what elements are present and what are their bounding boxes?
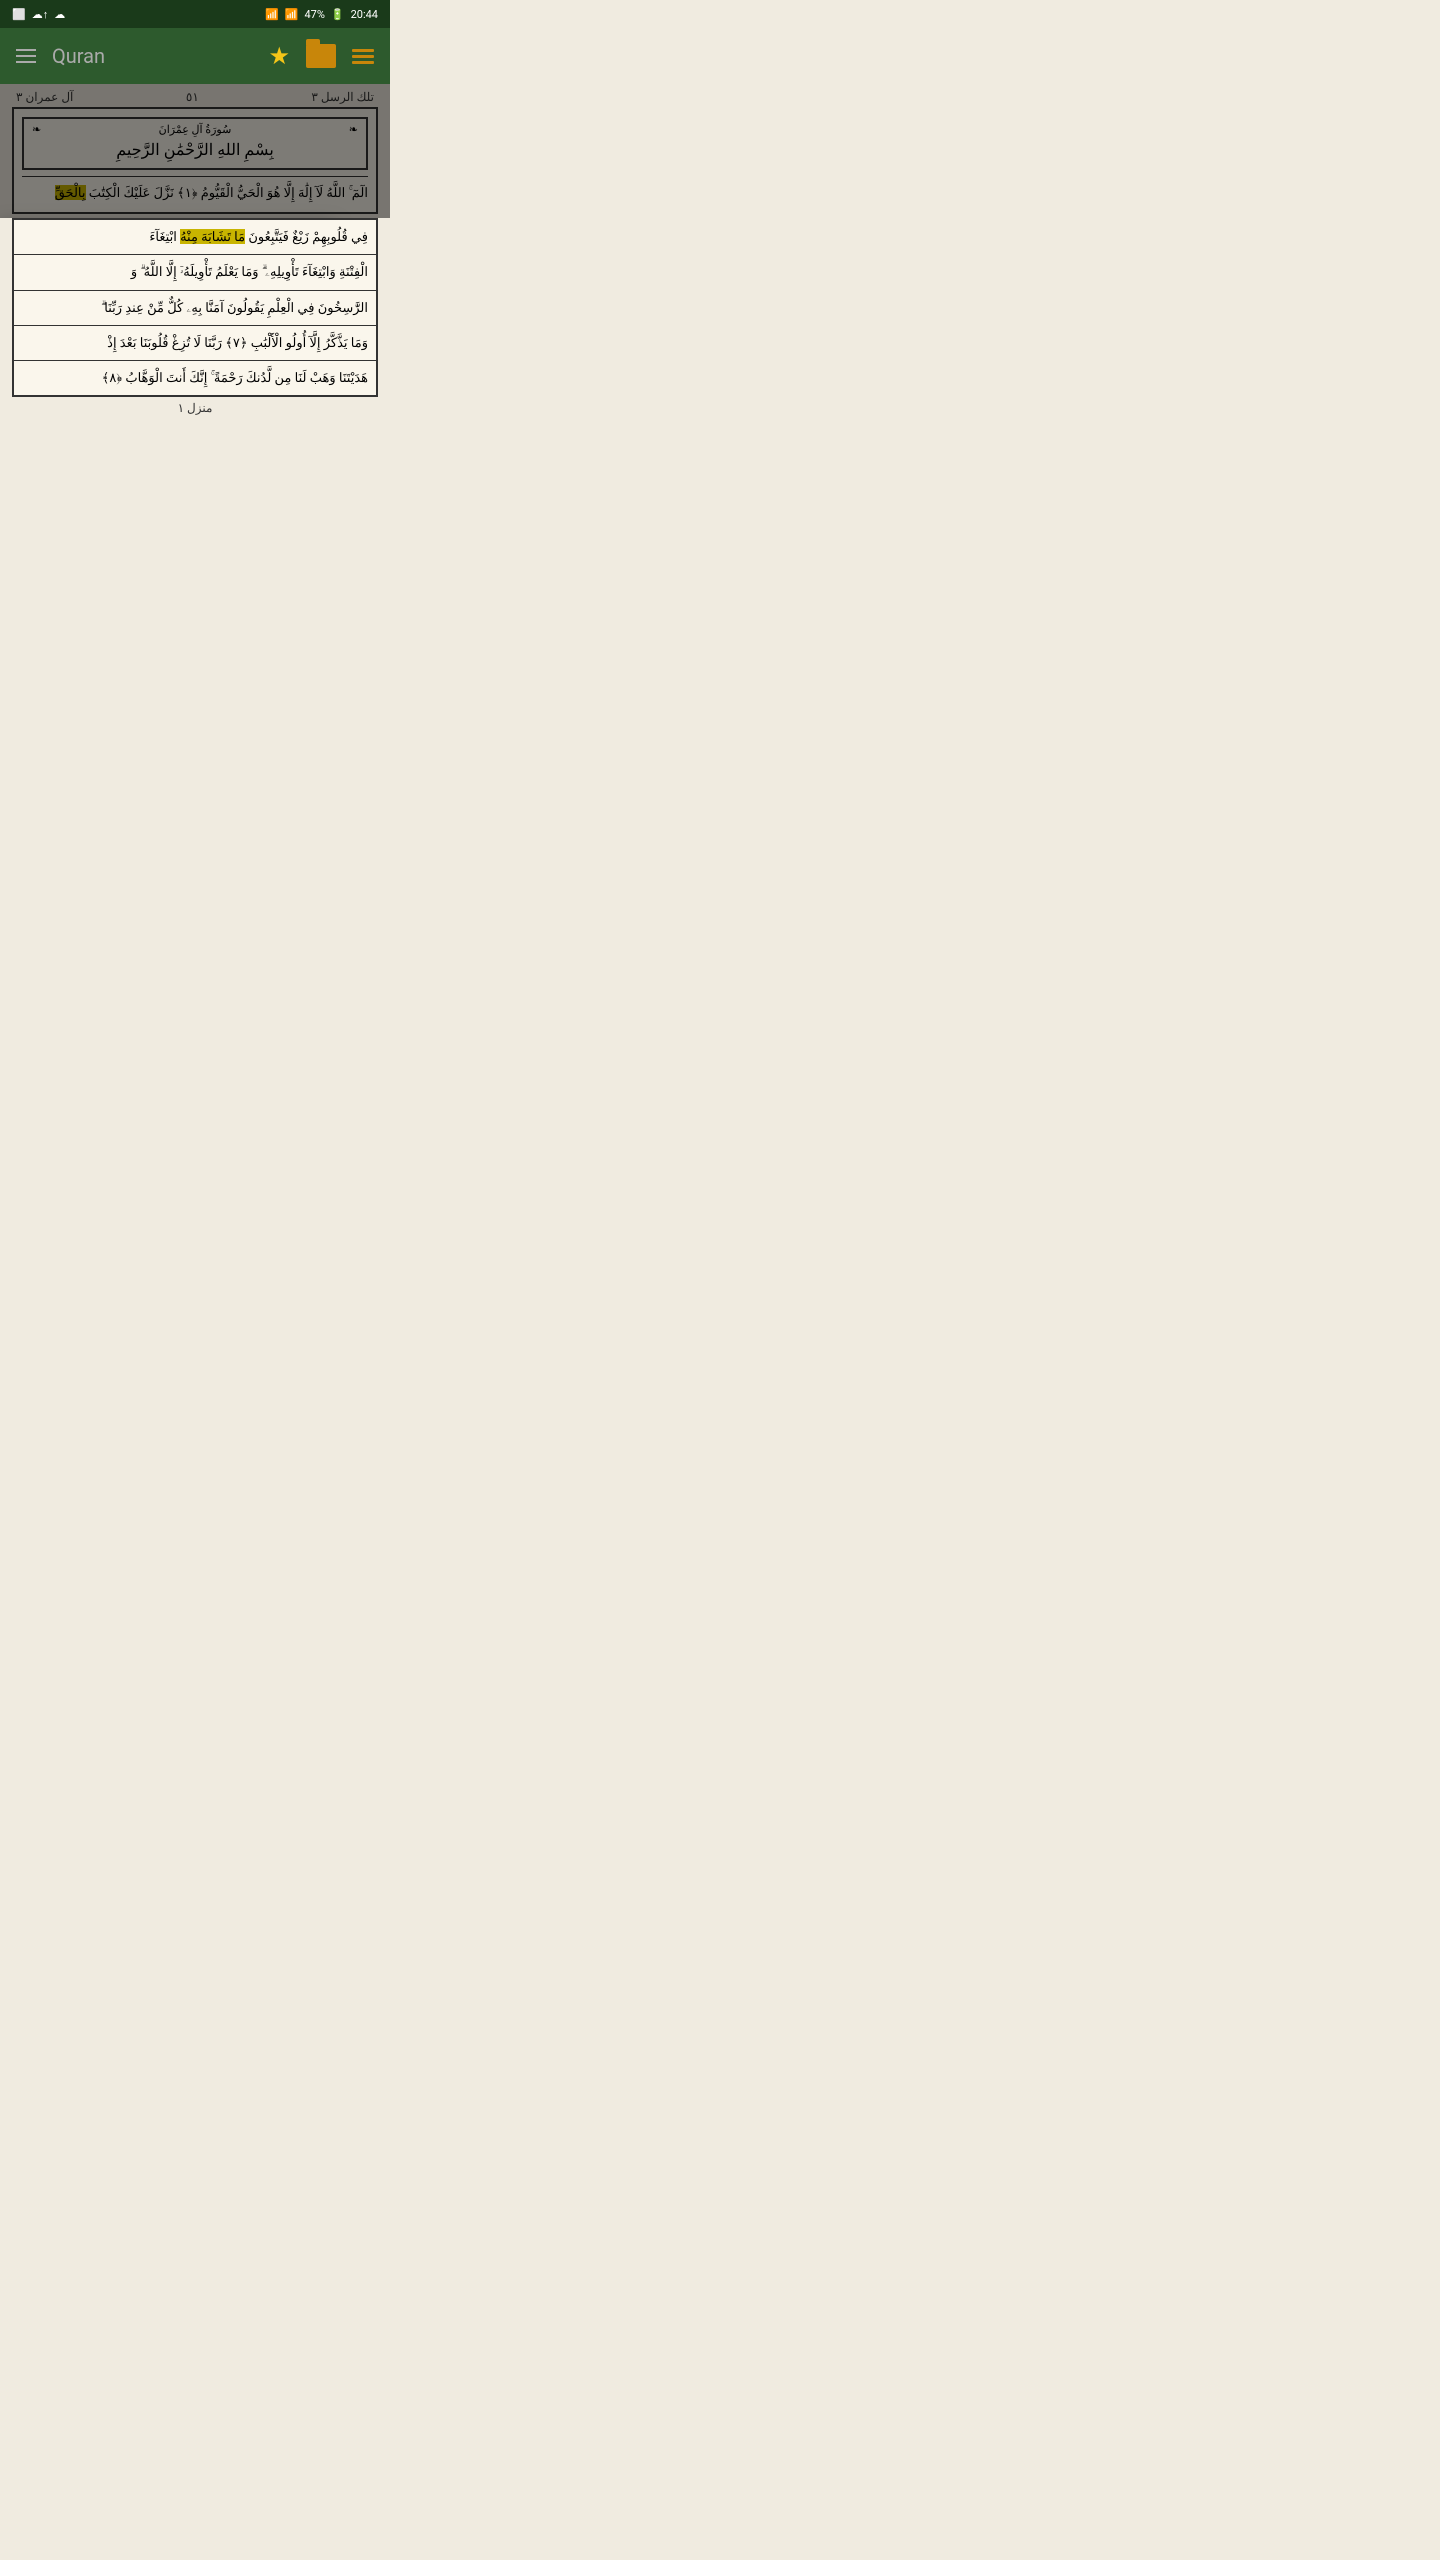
lower-row-3: الرَّٰسِخُونَ فِي الْعِلْمِ يَقُولُونَ آ… [14,291,376,326]
status-right-info: 📶 📶 47% 🔋 20:44 [265,8,378,21]
lower-row-5: هَدَيْتَنَا وَهَبْ لَنَا مِن لَّدُنكَ رَ… [14,361,376,395]
battery-icon: 🔋 [331,8,345,21]
lower-row-1: فِي قُلُوبِهِمْ زَيْغٌ فَيَتَّبِعُونَ مَ… [14,220,376,255]
battery-text: 47% [304,8,324,21]
time-display: 20:44 [351,8,378,21]
lower-row-2: الْفِتْنَةِ وَابْتِغَآءَ تَأْوِيلِهِۦ ۗ … [14,255,376,290]
manzil-label: منزل ١ [12,397,378,420]
quran-lower-content: فِي قُلُوبِهِمْ زَيْغٌ فَيَتَّبِعُونَ مَ… [0,218,390,427]
app-bar-left: Quran [16,44,105,68]
highlight-1: مَا تَشَابَهَ مِنْهُ [180,229,245,244]
lower-quran-table: فِي قُلُوبِهِمْ زَيْغٌ فَيَتَّبِعُونَ مَ… [12,218,378,396]
app-title: Quran [52,44,105,68]
dialog-overlay: Share Select pages to share: This Page N… [0,84,390,218]
upload-icon: ☁↑ [32,8,49,21]
screen-icon: ⬜ [12,8,26,21]
app-bar: Quran ★ [0,28,390,84]
status-left-icons: ⬜ ☁↑ ☁ [12,8,65,21]
menu-list-icon[interactable] [352,49,374,64]
status-bar: ⬜ ☁↑ ☁ 📶 📶 47% 🔋 20:44 [0,0,390,28]
quran-content-area: آل عمران ٣ ٥١ تلك الرسل ٣ ❧ سُورَةُ آلِ … [0,84,390,218]
lower-row-4: وَمَا يَذَّكَّرُ إِلَّآ أُولُو الْأَلْبَ… [14,326,376,361]
bookmarks-folder-icon[interactable] [306,44,336,68]
hamburger-menu-button[interactable] [16,49,36,63]
app-bar-right: ★ [268,42,374,70]
cloud-icon: ☁ [54,8,65,21]
signal-icon: 📶 [285,8,299,21]
wifi-icon: 📶 [265,8,279,21]
bookmark-star-icon[interactable]: ★ [268,42,290,70]
